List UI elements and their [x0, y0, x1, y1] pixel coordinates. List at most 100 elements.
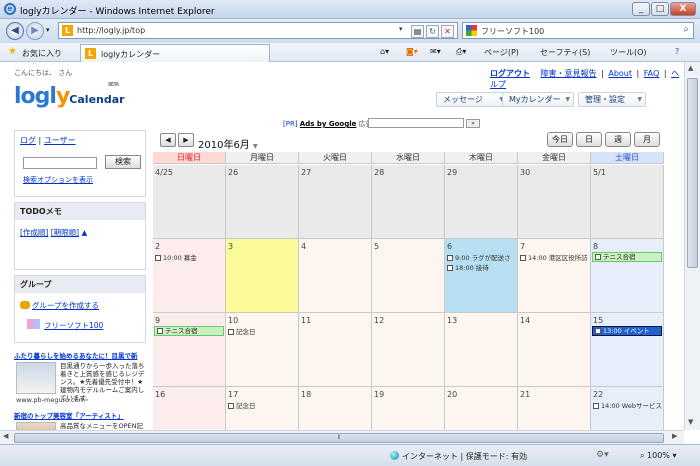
day-cell[interactable]: 22 14:00 Webサービス: [591, 387, 664, 430]
day-cell[interactable]: 19: [372, 387, 445, 430]
day-cell[interactable]: 11: [299, 313, 372, 387]
day-number[interactable]: 21: [520, 390, 530, 399]
day-cell[interactable]: 28: [372, 165, 445, 239]
day-number[interactable]: 14: [520, 316, 530, 325]
day-view-button[interactable]: 日: [576, 132, 602, 147]
day-number[interactable]: 13: [447, 316, 457, 325]
day-cell[interactable]: 14: [518, 313, 591, 387]
day-cell[interactable]: 4: [299, 239, 372, 313]
day-number[interactable]: 20: [447, 390, 457, 399]
security-zone[interactable]: インターネット | 保護モード: 有効: [390, 451, 527, 462]
tab-user[interactable]: ユーザー: [44, 136, 76, 145]
maximize-button[interactable]: □: [651, 2, 669, 16]
tab-label[interactable]: loglyカレンダー: [101, 49, 160, 60]
favorites-button[interactable]: お気に入り: [22, 48, 62, 59]
ad-search-button[interactable]: »: [466, 119, 480, 128]
day-number[interactable]: 3: [228, 242, 233, 251]
favorites-star-icon[interactable]: ★: [8, 46, 17, 57]
day-number[interactable]: 16: [155, 390, 165, 399]
day-cell[interactable]: 7 14:00 港区区役所訪: [518, 239, 591, 313]
search-input[interactable]: フリーソフト100: [481, 26, 544, 37]
day-number[interactable]: 12: [374, 316, 384, 325]
home-icon[interactable]: ⌂▾: [380, 47, 389, 56]
compat-view-icon[interactable]: ▤: [411, 25, 424, 38]
day-cell[interactable]: 21: [518, 387, 591, 430]
calendar-event[interactable]: 13:00 イベント: [592, 326, 662, 336]
next-month-button[interactable]: ▶: [178, 133, 194, 147]
day-number[interactable]: 29: [447, 168, 457, 177]
calendar-event[interactable]: 14:00 Webサービス: [593, 400, 662, 410]
day-number[interactable]: 4/25: [155, 168, 173, 177]
day-cell[interactable]: 20: [445, 387, 518, 430]
create-group-item[interactable]: グループを作成する: [20, 300, 99, 311]
week-view-button[interactable]: 週: [605, 132, 631, 147]
calendar-event[interactable]: テニス合宿: [154, 326, 224, 336]
day-cell[interactable]: 6 9:00 ラグが配送さ 18:00 接待: [445, 239, 518, 313]
zoom-control[interactable]: ⌕ 100% ▾: [640, 451, 676, 461]
vertical-scrollbar[interactable]: ▲ ▼: [684, 62, 700, 430]
day-cell[interactable]: 9 テニス合宿: [153, 313, 226, 387]
message-menu[interactable]: メッセージ▼: [436, 92, 508, 107]
address-bar[interactable]: L http://logly.jp/top ▾ ▤ ↻ ✕: [58, 22, 458, 39]
feedback-link[interactable]: 障害・意見報告: [541, 69, 597, 78]
ad-image[interactable]: [16, 422, 56, 430]
close-button[interactable]: X: [670, 2, 696, 16]
sidebar-ad[interactable]: ふたり暮らしを始めるあなたに！目黒で新 目黒通りから一歩入った落ち着きと上質感を…: [14, 350, 146, 408]
horizontal-scroll-thumb[interactable]: ⦀: [14, 433, 664, 443]
minimize-button[interactable]: _: [632, 2, 650, 16]
ad-title[interactable]: ふたり暮らしを始めるあなたに！目黒で新: [14, 350, 146, 360]
faq-link[interactable]: FAQ: [644, 69, 660, 78]
day-number[interactable]: 27: [301, 168, 311, 177]
day-cell[interactable]: 16: [153, 387, 226, 430]
day-cell[interactable]: 5: [372, 239, 445, 313]
day-number[interactable]: 2: [155, 242, 160, 251]
sidebar-search-button[interactable]: 検索: [105, 155, 141, 169]
day-cell[interactable]: 10 記念日: [226, 313, 299, 387]
back-button[interactable]: ◀: [6, 22, 24, 40]
day-cell[interactable]: 30: [518, 165, 591, 239]
group-item[interactable]: フリーソフト100: [27, 319, 103, 331]
url-text[interactable]: http://logly.jp/top: [77, 26, 145, 35]
logly-logo[interactable]: loglyCalendar BETA: [14, 82, 125, 109]
logout-link[interactable]: ログアウト: [490, 69, 530, 78]
ad-search-input[interactable]: [368, 118, 464, 128]
stop-icon[interactable]: ✕: [441, 25, 454, 38]
sidebar-ad[interactable]: 新宿のトップ美容室「アーティスト」 高品質なメニューをOPEN記念価格にてご提供: [14, 410, 146, 430]
sort-arrow-icon[interactable]: ▲: [82, 228, 88, 237]
day-cell[interactable]: 26: [226, 165, 299, 239]
search-options-link[interactable]: 検索オプションを表示: [23, 175, 93, 185]
print-icon[interactable]: ⎙▾: [456, 47, 466, 57]
calendar-event[interactable]: 記念日: [228, 326, 256, 336]
todo-sort-deadline[interactable]: [期限順]: [51, 228, 79, 237]
prev-month-button[interactable]: ◀: [160, 133, 176, 147]
search-icon[interactable]: ⌕: [683, 24, 689, 35]
mycalendar-menu[interactable]: Myカレンダー ▼: [502, 92, 574, 107]
feeds-icon[interactable]: ◙▾: [406, 47, 418, 56]
day-number[interactable]: 17: [228, 390, 238, 399]
day-number[interactable]: 4: [301, 242, 306, 251]
ad-image[interactable]: [16, 362, 56, 394]
ad-title[interactable]: 新宿のトップ美容室「アーティスト」: [14, 410, 146, 420]
day-number[interactable]: 15: [593, 316, 603, 325]
day-cell[interactable]: 12: [372, 313, 445, 387]
day-number[interactable]: 6: [447, 242, 452, 251]
calendar-event[interactable]: 9:00 ラグが配送さ: [447, 252, 511, 262]
calendar-event[interactable]: 記念日: [228, 400, 256, 410]
tab-log[interactable]: ログ: [20, 136, 36, 145]
scroll-down-icon[interactable]: ▼: [688, 418, 693, 426]
month-view-button[interactable]: 月: [634, 132, 660, 147]
day-number[interactable]: 5/1: [593, 168, 606, 177]
day-number[interactable]: 8: [593, 242, 598, 251]
day-number[interactable]: 30: [520, 168, 530, 177]
search-box[interactable]: フリーソフト100 ⌕: [462, 22, 694, 39]
day-number[interactable]: 28: [374, 168, 384, 177]
todo-sort-created[interactable]: [作成順]: [20, 228, 48, 237]
vertical-scroll-thumb[interactable]: [687, 78, 698, 268]
create-group-link[interactable]: グループを作成する: [32, 301, 99, 310]
group-link[interactable]: フリーソフト100: [44, 321, 103, 330]
scroll-left-icon[interactable]: ◀: [3, 432, 8, 440]
day-number[interactable]: 7: [520, 242, 525, 251]
browser-tab[interactable]: L loglyカレンダー: [80, 44, 270, 62]
day-cell[interactable]: 8 テニス合宿: [591, 239, 664, 313]
ad-url[interactable]: www.pb-meguro.com: [16, 396, 85, 404]
